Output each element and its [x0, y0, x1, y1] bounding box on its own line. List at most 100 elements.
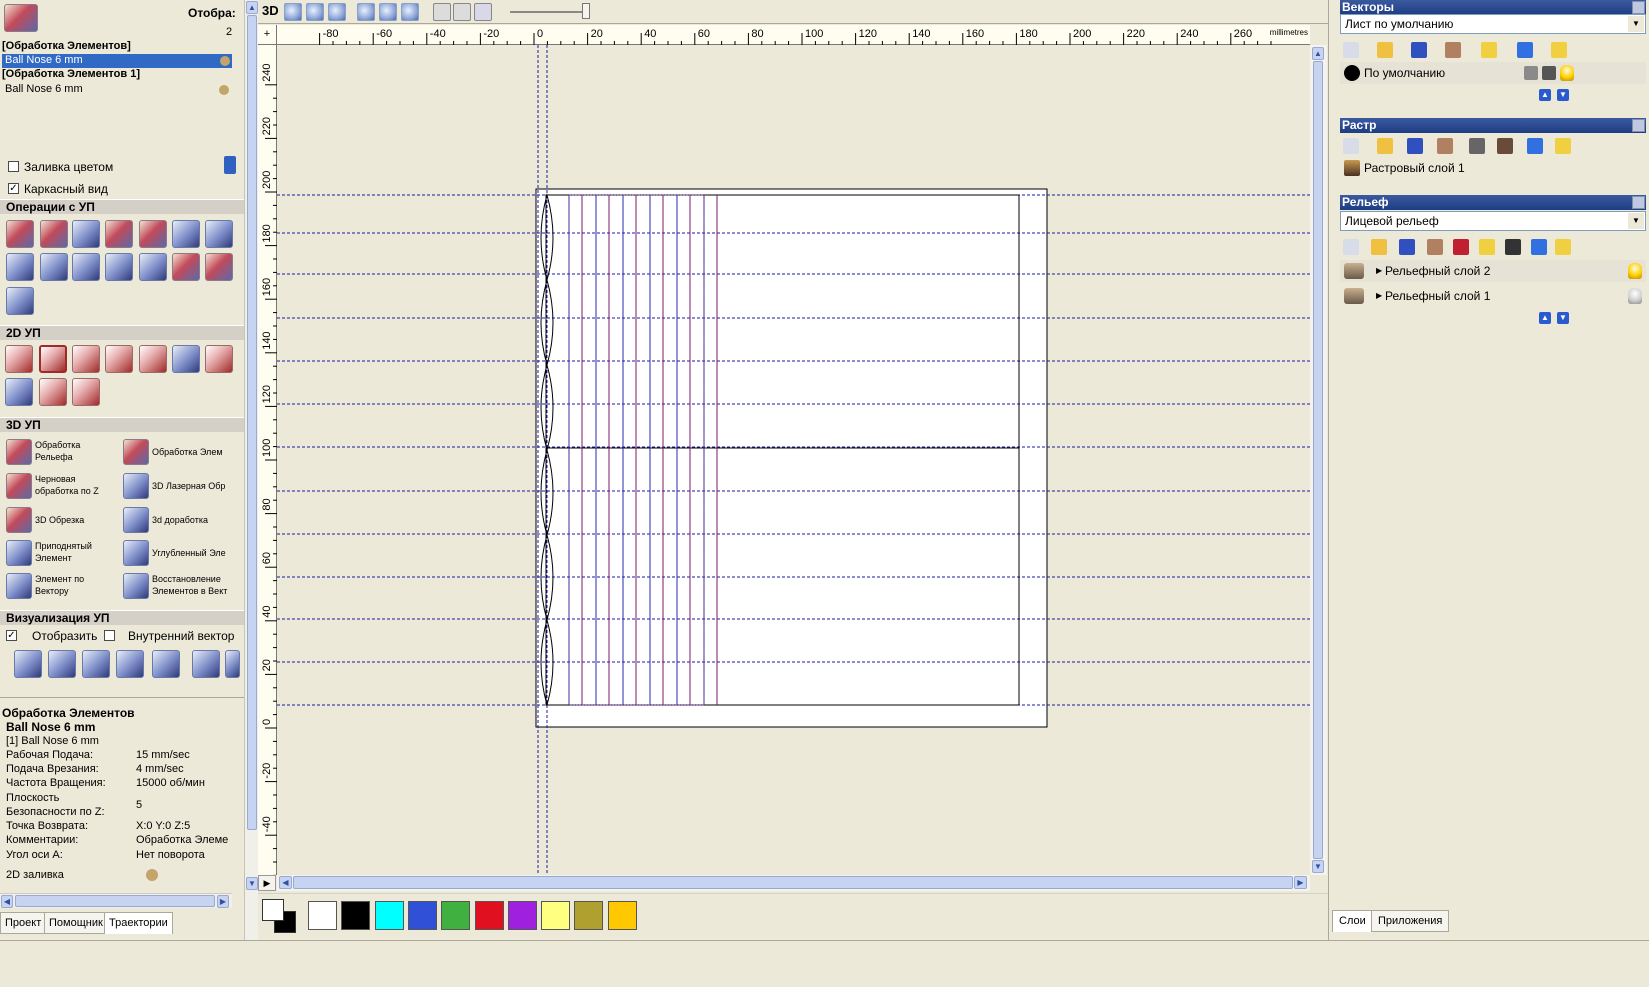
layer-visibility-icon[interactable]: [1481, 42, 1497, 58]
layer-lock-icon[interactable]: [1524, 66, 1538, 80]
open-relief-icon[interactable]: [1371, 239, 1387, 255]
expand-arrow-icon[interactable]: ▶: [1376, 285, 1382, 307]
fill-2d-color-dot[interactable]: [146, 869, 158, 881]
layer-edit-icon[interactable]: [1542, 66, 1556, 80]
relief-layer-visible-icon[interactable]: [1628, 263, 1642, 279]
canvas-scroll-left-arrow[interactable]: ◀: [279, 876, 292, 889]
expand-arrow-icon[interactable]: ▶: [1376, 260, 1382, 282]
color-swatch[interactable]: [474, 901, 504, 930]
simulate-toolpath-icon[interactable]: [139, 253, 167, 281]
save-layer-icon[interactable]: [1411, 42, 1427, 58]
raised-feature-button[interactable]: Приподнятый Элемент: [2, 538, 117, 568]
inner-vector-checkbox[interactable]: [104, 630, 115, 641]
raster-layer-item[interactable]: Растровый слой 1: [1340, 157, 1646, 179]
calculate-toolpath-icon[interactable]: [6, 220, 34, 248]
relief-combine-icon[interactable]: [1453, 239, 1469, 255]
color-swatch[interactable]: [407, 901, 437, 930]
foreground-color-swatch[interactable]: [262, 899, 284, 921]
inlay-icon[interactable]: [205, 345, 233, 373]
relief-collapse-button[interactable]: [1632, 196, 1645, 209]
delete-relief-icon[interactable]: [1531, 239, 1547, 255]
reset-preview-icon[interactable]: [116, 650, 144, 678]
toolpath-info-icon[interactable]: [40, 220, 68, 248]
canvas-scroll-up-arrow[interactable]: ▲: [1312, 47, 1324, 60]
show-toolpath-checkbox[interactable]: ✓: [6, 630, 17, 641]
toolpath-group-title[interactable]: [Обработка Элементов 1]: [2, 68, 140, 80]
wireframe-checkbox[interactable]: ✓: [8, 183, 19, 194]
canvas-hscroll[interactable]: ◀ ▶: [277, 875, 1310, 891]
design-canvas[interactable]: [277, 45, 1310, 875]
relief-select[interactable]: Лицевой рельеф ▼: [1340, 211, 1646, 231]
save-toolpath-icon[interactable]: [72, 253, 100, 281]
color-swatch[interactable]: [507, 901, 537, 930]
zoom-material-icon[interactable]: [379, 3, 397, 21]
toolpath-item[interactable]: Ball Nose 6 mm: [2, 54, 232, 68]
layer-move-down-icon[interactable]: ▼: [1557, 89, 1569, 101]
left-hscroll-thumb[interactable]: [15, 895, 215, 907]
relief-move-down-icon[interactable]: ▼: [1557, 312, 1569, 324]
profile-machining-icon[interactable]: [5, 345, 33, 373]
relief-light-icon[interactable]: [1479, 239, 1495, 255]
tool-database-icon[interactable]: [40, 253, 68, 281]
scroll-up-arrow[interactable]: ▲: [246, 1, 258, 14]
scroll-left-arrow[interactable]: ◀: [1, 895, 13, 908]
relief-layer-item[interactable]: ▶ Рельефный слой 2: [1340, 260, 1646, 282]
recessed-feature-button[interactable]: Углубленный Эле: [119, 538, 234, 568]
layer-move-up-icon[interactable]: ▲: [1539, 89, 1551, 101]
zoom-in-icon[interactable]: [284, 3, 302, 21]
material-setup-icon[interactable]: [6, 253, 34, 281]
canvas-vscroll-thumb[interactable]: [1313, 61, 1323, 859]
scroll-down-arrow[interactable]: ▼: [246, 877, 258, 890]
new-relief-icon[interactable]: [1343, 239, 1359, 255]
export-toolpath-icon[interactable]: [105, 253, 133, 281]
tab-layers[interactable]: Слои: [1332, 910, 1373, 932]
color-swatch[interactable]: [607, 901, 637, 930]
color-swatch[interactable]: [308, 901, 337, 930]
toolpath-item[interactable]: Ball Nose 6 mm: [5, 83, 232, 97]
color-swatch[interactable]: [541, 901, 571, 930]
vector-layer-item[interactable]: По умолчанию: [1340, 62, 1646, 84]
view-back-icon[interactable]: [474, 3, 492, 21]
current-color-icon[interactable]: [262, 899, 298, 933]
raster-light-icon[interactable]: [1555, 138, 1571, 154]
relief-machining-button[interactable]: Обработка Рельефа: [2, 437, 117, 467]
delete-layer-icon[interactable]: [1517, 42, 1533, 58]
preview-toolpath-icon[interactable]: [14, 650, 42, 678]
save-raster-icon[interactable]: [1407, 138, 1423, 154]
toolpath-array-icon[interactable]: [139, 220, 167, 248]
layer-properties-icon[interactable]: [1445, 42, 1461, 58]
engraving-icon[interactable]: [139, 345, 167, 373]
quick-drill-icon[interactable]: [39, 378, 67, 406]
raster-fill-icon[interactable]: [1469, 138, 1485, 154]
toolpath-template-icon[interactable]: [172, 220, 200, 248]
relief-visible-icon[interactable]: [1555, 239, 1571, 255]
new-raster-icon[interactable]: [1343, 138, 1359, 154]
relief-properties-icon[interactable]: [1427, 239, 1443, 255]
view-3d-button[interactable]: 3D: [262, 3, 279, 18]
relief-move-up-icon[interactable]: ▲: [1539, 312, 1551, 324]
color-swatch[interactable]: [374, 901, 404, 930]
tab-assistant[interactable]: Помощник: [44, 912, 108, 934]
zoom-slider-track[interactable]: [510, 11, 590, 13]
save-preview-icon[interactable]: [192, 650, 220, 678]
open-folder-icon[interactable]: [1377, 42, 1393, 58]
texture-icon[interactable]: [72, 378, 100, 406]
zoom-slider-thumb[interactable]: [582, 3, 590, 19]
preview-material-icon[interactable]: [152, 650, 180, 678]
toolpath-preview-icon[interactable]: [6, 287, 34, 315]
preview-selected-icon[interactable]: [48, 650, 76, 678]
v-bit-carving-icon[interactable]: [172, 345, 200, 373]
relief-layer-visible-icon[interactable]: [1628, 288, 1642, 304]
layer-light-icon[interactable]: [1551, 42, 1567, 58]
layer-visible-icon[interactable]: [1560, 65, 1574, 81]
color-swatch[interactable]: [574, 901, 604, 930]
vector-feature-button[interactable]: Элемент по Вектору: [2, 571, 117, 601]
fluting-icon[interactable]: [105, 345, 133, 373]
preview-more-icon[interactable]: [225, 650, 240, 678]
color-swatch[interactable]: [441, 901, 471, 930]
fill-color-checkbox[interactable]: [8, 161, 19, 172]
canvas-hscroll-expand-button[interactable]: ▶: [258, 875, 276, 891]
toolpath-merge-icon[interactable]: [105, 220, 133, 248]
left-vscroll[interactable]: ▲ ▼: [244, 0, 258, 940]
canvas-scroll-down-arrow[interactable]: ▼: [1312, 860, 1324, 873]
